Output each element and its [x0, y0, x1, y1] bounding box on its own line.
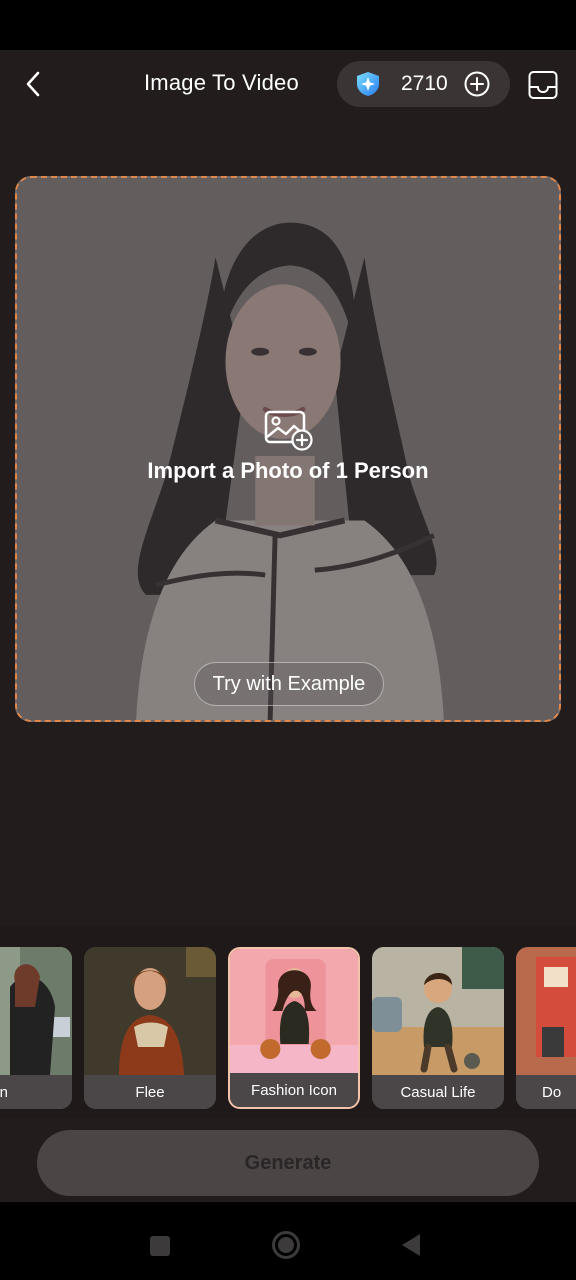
template-label: Fashion Icon	[230, 1073, 358, 1107]
template-label: Flee	[84, 1075, 216, 1109]
template-label: n	[0, 1075, 72, 1109]
import-photo-label: Import a Photo of 1 Person	[147, 458, 429, 483]
template-thumbnail	[372, 947, 504, 1075]
photo-upload-area[interactable]: Import a Photo of 1 Person Try with Exam…	[15, 176, 561, 722]
back-button[interactable]	[14, 64, 54, 104]
template-thumbnail	[516, 947, 576, 1075]
back-triangle-icon[interactable]	[400, 1232, 422, 1258]
try-with-example-button[interactable]: Try with Example	[194, 662, 384, 706]
header: Image To Video 2710	[0, 50, 576, 120]
template-thumbnail	[230, 949, 358, 1073]
template-card-selected[interactable]: Fashion Icon	[228, 947, 360, 1109]
credits-pill[interactable]: 2710	[337, 61, 510, 107]
app-screen: Image To Video 2710 Import a Photo of 1 …	[0, 50, 576, 1202]
system-nav-bar	[0, 1202, 576, 1280]
chevron-left-icon	[26, 71, 40, 97]
page-title: Image To Video	[144, 70, 299, 95]
template-card[interactable]: Flee	[84, 947, 216, 1109]
template-card[interactable]: Do	[516, 947, 576, 1109]
generate-button[interactable]: Generate	[37, 1130, 539, 1196]
inbox-tray-icon[interactable]	[527, 69, 559, 101]
template-label: Do	[516, 1075, 576, 1109]
home-circle-icon[interactable]	[271, 1230, 301, 1260]
gem-badge-icon	[357, 72, 379, 96]
template-label: Casual Life	[372, 1075, 504, 1109]
template-card[interactable]: Casual Life	[372, 947, 504, 1109]
credits-count: 2710	[401, 72, 448, 95]
template-strip[interactable]: n Flee Fashion Icon Casual Life Do	[0, 926, 576, 1118]
template-card[interactable]: n	[0, 947, 72, 1109]
image-add-icon	[264, 410, 313, 451]
template-thumbnail	[0, 947, 72, 1075]
template-thumbnail	[84, 947, 216, 1075]
plus-circle-icon[interactable]	[463, 70, 491, 98]
recent-apps-button[interactable]	[150, 1236, 170, 1256]
status-bar	[0, 0, 576, 50]
